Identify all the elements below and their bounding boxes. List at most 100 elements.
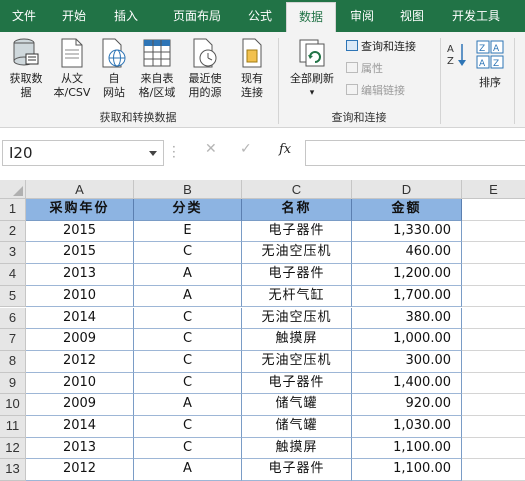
tab-formulas[interactable]: 公式 <box>240 0 280 32</box>
empty-cell[interactable] <box>462 373 525 395</box>
empty-cell[interactable] <box>462 351 525 373</box>
table-header-cell[interactable]: 金额 <box>352 199 462 221</box>
table-cell[interactable]: 1,700.00 <box>352 285 462 308</box>
table-cell[interactable]: E <box>134 220 242 243</box>
empty-cell[interactable] <box>462 308 525 330</box>
table-cell[interactable]: 电子器件 <box>242 220 352 243</box>
row-header[interactable]: 11 <box>0 416 26 438</box>
table-cell[interactable]: A <box>134 394 242 416</box>
table-cell[interactable]: 2010 <box>26 372 134 395</box>
chevron-down-icon[interactable] <box>149 151 157 156</box>
properties-button[interactable]: 属性 <box>346 60 436 77</box>
table-header-cell[interactable]: 名称 <box>242 199 352 221</box>
table-cell[interactable]: 460.00 <box>352 242 462 265</box>
table-cell[interactable]: C <box>134 416 242 438</box>
table-cell[interactable]: 电子器件 <box>242 372 352 395</box>
table-cell[interactable]: 无杆气缸 <box>242 285 352 308</box>
table-cell[interactable]: 无油空压机 <box>242 350 352 373</box>
sort-button[interactable]: Z A A Z 排序 <box>472 38 508 104</box>
column-header-b[interactable]: B <box>134 180 242 199</box>
tab-home[interactable]: 开始 <box>52 0 96 32</box>
empty-cell[interactable] <box>462 438 525 460</box>
empty-cell[interactable] <box>462 199 525 221</box>
table-cell[interactable]: 2012 <box>26 350 134 373</box>
table-cell[interactable]: 1,030.00 <box>352 416 462 438</box>
empty-cell[interactable] <box>462 394 525 416</box>
insert-function-button[interactable]: fx <box>279 142 291 157</box>
table-cell[interactable]: 380.00 <box>352 307 462 330</box>
row-header[interactable]: 9 <box>0 372 26 395</box>
row-header[interactable]: 7 <box>0 329 26 351</box>
table-cell[interactable]: 储气罐 <box>242 394 352 416</box>
table-cell[interactable]: 1,200.00 <box>352 264 462 286</box>
table-cell[interactable]: 2009 <box>26 394 134 416</box>
enter-icon[interactable]: ✓ <box>240 141 252 157</box>
empty-cell[interactable] <box>462 221 525 243</box>
table-cell[interactable]: 2014 <box>26 416 134 438</box>
table-cell[interactable]: 2013 <box>26 437 134 460</box>
formula-input[interactable] <box>305 140 525 166</box>
tab-insert[interactable]: 插入 <box>104 0 148 32</box>
column-header-d[interactable]: D <box>352 180 462 199</box>
table-cell[interactable]: 300.00 <box>352 350 462 373</box>
row-header[interactable]: 8 <box>0 350 26 373</box>
table-cell[interactable]: 1,330.00 <box>352 220 462 243</box>
table-cell[interactable]: 触摸屏 <box>242 329 352 351</box>
table-cell[interactable]: 2012 <box>26 459 134 481</box>
table-cell[interactable]: 电子器件 <box>242 459 352 481</box>
row-header[interactable]: 6 <box>0 307 26 330</box>
row-header[interactable]: 4 <box>0 264 26 286</box>
tab-review[interactable]: 审阅 <box>340 0 384 32</box>
empty-cell[interactable] <box>462 459 525 481</box>
from-web-button[interactable]: 自 网站 <box>96 36 132 106</box>
table-cell[interactable]: C <box>134 372 242 395</box>
table-cell[interactable]: A <box>134 264 242 286</box>
row-header[interactable]: 3 <box>0 242 26 265</box>
table-cell[interactable]: 2013 <box>26 264 134 286</box>
table-cell[interactable]: 无油空压机 <box>242 242 352 265</box>
table-header-cell[interactable]: 采购年份 <box>26 199 134 221</box>
table-cell[interactable]: C <box>134 329 242 351</box>
table-cell[interactable]: 触摸屏 <box>242 437 352 460</box>
table-cell[interactable]: C <box>134 307 242 330</box>
tab-data[interactable]: 数据 <box>286 2 336 32</box>
column-header-e[interactable]: E <box>462 180 525 199</box>
sort-az-button[interactable]: A Z <box>446 40 470 80</box>
row-header[interactable]: 10 <box>0 394 26 416</box>
table-cell[interactable]: 2009 <box>26 329 134 351</box>
table-cell[interactable]: 1,100.00 <box>352 459 462 481</box>
refresh-all-button[interactable]: 全部刷新 ▾ <box>284 36 340 106</box>
empty-cell[interactable] <box>462 242 525 265</box>
tab-file[interactable]: 文件 <box>2 0 46 32</box>
name-box[interactable]: I20 <box>2 140 164 166</box>
tab-view[interactable]: 视图 <box>390 0 434 32</box>
recent-sources-button[interactable]: 最近使 用的源 <box>182 36 228 106</box>
table-cell[interactable]: 电子器件 <box>242 264 352 286</box>
table-cell[interactable]: 2015 <box>26 220 134 243</box>
empty-cell[interactable] <box>462 264 525 286</box>
edit-links-button[interactable]: 编辑链接 <box>346 82 436 99</box>
table-cell[interactable]: 2010 <box>26 285 134 308</box>
row-header[interactable]: 12 <box>0 437 26 460</box>
table-header-cell[interactable]: 分类 <box>134 199 242 221</box>
table-cell[interactable]: 储气罐 <box>242 416 352 438</box>
row-header[interactable]: 5 <box>0 285 26 308</box>
existing-connections-button[interactable]: 现有 连接 <box>234 36 270 106</box>
resize-handle-icon[interactable]: · · · <box>172 141 178 163</box>
from-table-range-button[interactable]: 来自表 格/区域 <box>134 36 180 106</box>
select-all-button[interactable] <box>0 180 26 199</box>
empty-cell[interactable] <box>462 286 525 308</box>
tab-developer[interactable]: 开发工具 <box>442 0 510 32</box>
table-cell[interactable]: 1,000.00 <box>352 329 462 351</box>
empty-cell[interactable] <box>462 416 525 438</box>
row-header[interactable]: 1 <box>0 199 26 221</box>
queries-connections-button[interactable]: 查询和连接 <box>346 38 436 55</box>
column-header-a[interactable]: A <box>26 180 134 199</box>
get-data-button[interactable]: 获取数 据 <box>4 36 48 106</box>
table-cell[interactable]: 2015 <box>26 242 134 265</box>
row-header[interactable]: 2 <box>0 220 26 243</box>
table-cell[interactable]: 920.00 <box>352 394 462 416</box>
table-cell[interactable]: 1,100.00 <box>352 437 462 460</box>
table-cell[interactable]: C <box>134 437 242 460</box>
table-cell[interactable]: A <box>134 459 242 481</box>
